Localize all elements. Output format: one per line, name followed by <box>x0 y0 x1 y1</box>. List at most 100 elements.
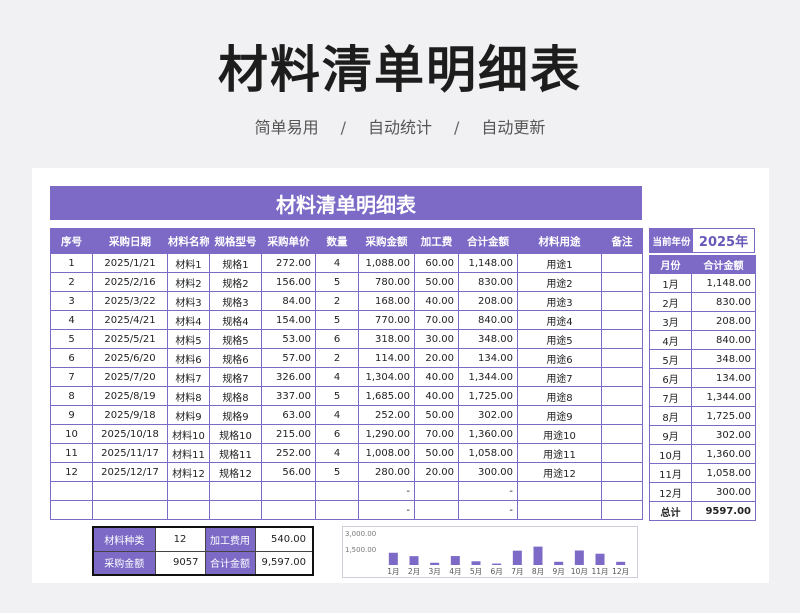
table-cell[interactable]: 2025/1/21 <box>92 253 168 273</box>
table-cell[interactable] <box>209 481 262 501</box>
table-cell[interactable]: 用途8 <box>517 386 602 406</box>
bar-9月[interactable] <box>554 561 564 565</box>
table-cell[interactable]: 材料1 <box>167 253 210 273</box>
table-cell[interactable]: 材料3 <box>167 291 210 311</box>
table-cell[interactable] <box>261 481 316 501</box>
table-cell[interactable]: 1,685.00 <box>358 386 415 406</box>
table-cell[interactable] <box>209 500 262 520</box>
table-cell[interactable]: 840.00 <box>458 310 518 330</box>
table-cell[interactable] <box>601 291 643 311</box>
table-cell[interactable]: 348.00 <box>458 329 518 349</box>
table-cell[interactable]: 5 <box>50 329 93 349</box>
table-cell[interactable]: 用途10 <box>517 424 602 444</box>
table-cell[interactable] <box>414 500 459 520</box>
bar-6月[interactable] <box>492 563 502 565</box>
table-cell[interactable]: 6 <box>50 348 93 368</box>
table-cell[interactable]: 9 <box>50 405 93 425</box>
table-cell[interactable]: 770.00 <box>358 310 415 330</box>
table-cell[interactable]: 5 <box>315 310 359 330</box>
table-cell[interactable]: 材料11 <box>167 443 210 463</box>
table-cell[interactable]: 40.00 <box>414 291 459 311</box>
table-cell[interactable] <box>601 348 643 368</box>
month-amount-cell[interactable]: 1,344.00 <box>691 387 756 407</box>
table-cell[interactable] <box>92 500 168 520</box>
table-cell[interactable]: 3 <box>50 291 93 311</box>
table-cell[interactable]: 208.00 <box>458 291 518 311</box>
table-cell[interactable]: 规格9 <box>209 405 262 425</box>
table-cell[interactable] <box>601 481 643 501</box>
month-amount-cell[interactable]: 348.00 <box>691 349 756 369</box>
table-cell[interactable]: 70.00 <box>414 424 459 444</box>
table-cell[interactable]: 规格12 <box>209 462 262 482</box>
material-types-value[interactable]: 12 <box>154 526 206 552</box>
table-cell[interactable]: 63.00 <box>261 405 316 425</box>
table-cell[interactable]: 2025/10/18 <box>92 424 168 444</box>
table-cell[interactable]: 用途1 <box>517 253 602 273</box>
table-cell[interactable]: 2025/8/19 <box>92 386 168 406</box>
table-cell[interactable]: 10 <box>50 424 93 444</box>
table-cell[interactable]: 2025/3/22 <box>92 291 168 311</box>
purchase-amount-value[interactable]: 9057 <box>154 550 206 576</box>
table-cell[interactable]: 780.00 <box>358 272 415 292</box>
table-cell[interactable]: 2025/4/21 <box>92 310 168 330</box>
month-amount-cell[interactable]: 1,360.00 <box>691 444 756 464</box>
table-cell[interactable]: 1,148.00 <box>458 253 518 273</box>
table-cell[interactable]: 300.00 <box>458 462 518 482</box>
table-cell[interactable]: 337.00 <box>261 386 316 406</box>
table-cell[interactable] <box>92 481 168 501</box>
table-cell[interactable]: 材料2 <box>167 272 210 292</box>
table-cell[interactable]: 6 <box>315 329 359 349</box>
table-cell[interactable] <box>517 481 602 501</box>
table-cell[interactable]: 用途6 <box>517 348 602 368</box>
table-cell[interactable]: 134.00 <box>458 348 518 368</box>
table-cell[interactable]: 用途11 <box>517 443 602 463</box>
bar-10月[interactable] <box>574 550 584 565</box>
table-cell[interactable]: 1,360.00 <box>458 424 518 444</box>
table-cell[interactable]: 规格8 <box>209 386 262 406</box>
bar-5月[interactable] <box>471 561 481 565</box>
table-cell[interactable]: 规格3 <box>209 291 262 311</box>
table-cell[interactable]: 5 <box>315 462 359 482</box>
table-cell[interactable] <box>315 500 359 520</box>
bar-7月[interactable] <box>512 550 522 565</box>
table-cell[interactable]: 40.00 <box>414 386 459 406</box>
table-cell[interactable]: 1,344.00 <box>458 367 518 387</box>
table-cell[interactable]: 2025/6/20 <box>92 348 168 368</box>
table-cell[interactable]: 12 <box>50 462 93 482</box>
table-cell[interactable]: 用途3 <box>517 291 602 311</box>
bar-8月[interactable] <box>533 546 543 565</box>
table-cell[interactable]: 8 <box>50 386 93 406</box>
table-cell[interactable]: 252.00 <box>261 443 316 463</box>
table-cell[interactable]: 156.00 <box>261 272 316 292</box>
table-cell[interactable]: 50.00 <box>414 405 459 425</box>
month-amount-cell[interactable]: 830.00 <box>691 292 756 312</box>
table-cell[interactable]: 1,304.00 <box>358 367 415 387</box>
table-cell[interactable]: 4 <box>315 405 359 425</box>
table-cell[interactable]: 2025/2/16 <box>92 272 168 292</box>
table-cell[interactable]: 2 <box>50 272 93 292</box>
table-cell[interactable]: 2025/5/21 <box>92 329 168 349</box>
table-cell[interactable]: 1,290.00 <box>358 424 415 444</box>
table-cell[interactable]: 56.00 <box>261 462 316 482</box>
table-cell[interactable]: 50.00 <box>414 272 459 292</box>
table-cell[interactable]: 用途5 <box>517 329 602 349</box>
table-cell[interactable]: 4 <box>315 253 359 273</box>
table-cell[interactable]: 规格11 <box>209 443 262 463</box>
table-cell[interactable]: 7 <box>50 367 93 387</box>
table-cell[interactable]: 用途7 <box>517 367 602 387</box>
table-cell[interactable]: 用途4 <box>517 310 602 330</box>
table-cell[interactable] <box>167 481 210 501</box>
processing-fee-value[interactable]: 540.00 <box>254 526 314 552</box>
table-cell[interactable]: - <box>458 481 518 501</box>
table-cell[interactable]: 302.00 <box>458 405 518 425</box>
table-cell[interactable] <box>601 424 643 444</box>
table-cell[interactable]: 规格7 <box>209 367 262 387</box>
table-cell[interactable]: 材料10 <box>167 424 210 444</box>
table-cell[interactable]: 材料7 <box>167 367 210 387</box>
table-cell[interactable]: 2 <box>315 348 359 368</box>
bar-12月[interactable] <box>616 561 626 565</box>
table-cell[interactable]: 252.00 <box>358 405 415 425</box>
table-cell[interactable]: 60.00 <box>414 253 459 273</box>
monthly-bar-chart[interactable]: 3,000.00 1,500.00 1月 2月 3月 4月 5月 6月 7月 8月 9月 10月 11月… <box>342 526 638 578</box>
table-cell[interactable]: 规格10 <box>209 424 262 444</box>
